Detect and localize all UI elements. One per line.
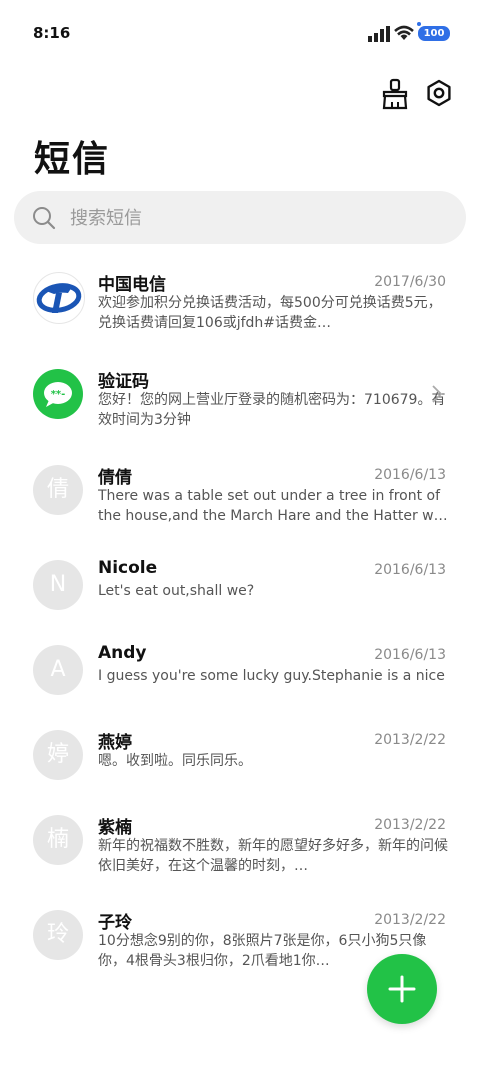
page-title: 短信 — [34, 139, 111, 180]
message-date: 2016/6/13 — [374, 647, 446, 663]
plus-icon — [388, 975, 416, 1003]
contact-name: 验证码 — [98, 372, 149, 392]
message-date: 2013/2/22 — [374, 732, 446, 748]
search-bar[interactable] — [14, 191, 466, 244]
battery-indicator: 100 — [418, 26, 450, 41]
wifi-icon — [394, 25, 414, 40]
contact-name: 子玲 — [98, 913, 132, 933]
status-bar: 8:16 100 — [0, 0, 480, 64]
contact-name: 紫楠 — [98, 818, 132, 838]
china-telecom-logo — [33, 272, 85, 324]
message-date: 2013/2/22 — [374, 912, 446, 928]
contact-name: 燕婷 — [98, 733, 132, 753]
contact-name: 中国电信 — [98, 275, 166, 295]
message-preview: Let's eat out,shall we? — [98, 583, 255, 599]
conversation-item[interactable]: A Andy 2016/6/13 I guess you're some luc… — [0, 635, 480, 721]
avatar: 楠 — [33, 815, 83, 865]
sms-logo: **- — [33, 369, 83, 419]
avatar: 婷 — [33, 730, 83, 780]
conversation-item[interactable]: 婷 燕婷 2013/2/22 嗯。收到啦。同乐同乐。 — [0, 720, 480, 806]
avatar: N — [33, 560, 83, 610]
avatar: 玲 — [33, 910, 83, 960]
conversation-item[interactable]: **- 验证码 您好！您的网上营业厅登录的随机密码为：710679。有效时间为3… — [0, 359, 480, 445]
chevron-right-icon — [432, 385, 443, 403]
avatar: 倩 — [33, 465, 83, 515]
message-preview: 新年的祝福数不胜数，新年的愿望好多好多，新年的问候依旧美好，在这个温馨的时刻，… — [98, 838, 448, 874]
message-date: 2016/6/13 — [374, 467, 446, 483]
new-message-button[interactable] — [367, 954, 437, 1024]
conversation-item[interactable]: 中国电信 2017/6/30 欢迎参加积分兑换话费活动，每500分可兑换话费5元… — [0, 262, 480, 348]
status-time: 8:16 — [33, 24, 71, 42]
charging-dot — [417, 22, 421, 26]
message-date: 2016/6/13 — [374, 562, 446, 578]
message-preview: There was a table set out under a tree i… — [98, 488, 448, 524]
message-preview: 您好！您的网上营业厅登录的随机密码为：710679。有效时间为3分钟 — [98, 392, 446, 428]
contact-name: Andy — [98, 643, 147, 663]
search-input[interactable] — [68, 201, 452, 235]
search-icon — [33, 207, 56, 230]
contact-name: 倩倩 — [98, 468, 132, 488]
gear-icon[interactable] — [424, 78, 454, 110]
message-preview: 嗯。收到啦。同乐同乐。 — [98, 753, 252, 769]
contact-name: Nicole — [98, 558, 158, 578]
message-preview: 欢迎参加积分兑换话费活动，每500分可兑换话费5元，兑换话费请回复106或jfd… — [98, 295, 442, 331]
sms-logo-text: **- — [51, 389, 66, 400]
signal-icon — [368, 26, 390, 42]
avatar: A — [33, 645, 83, 695]
message-date: 2013/2/22 — [374, 817, 446, 833]
broom-icon[interactable] — [380, 78, 410, 110]
conversation-item[interactable]: N Nicole 2016/6/13 Let's eat out,shall w… — [0, 550, 480, 636]
conversation-item[interactable]: 倩 倩倩 2016/6/13 There was a table set out… — [0, 455, 480, 541]
conversation-item[interactable]: 楠 紫楠 2013/2/22 新年的祝福数不胜数，新年的愿望好多好多，新年的问候… — [0, 805, 480, 891]
message-date: 2017/6/30 — [374, 274, 446, 290]
message-preview: I guess you're some lucky guy.Stephanie … — [98, 668, 448, 684]
